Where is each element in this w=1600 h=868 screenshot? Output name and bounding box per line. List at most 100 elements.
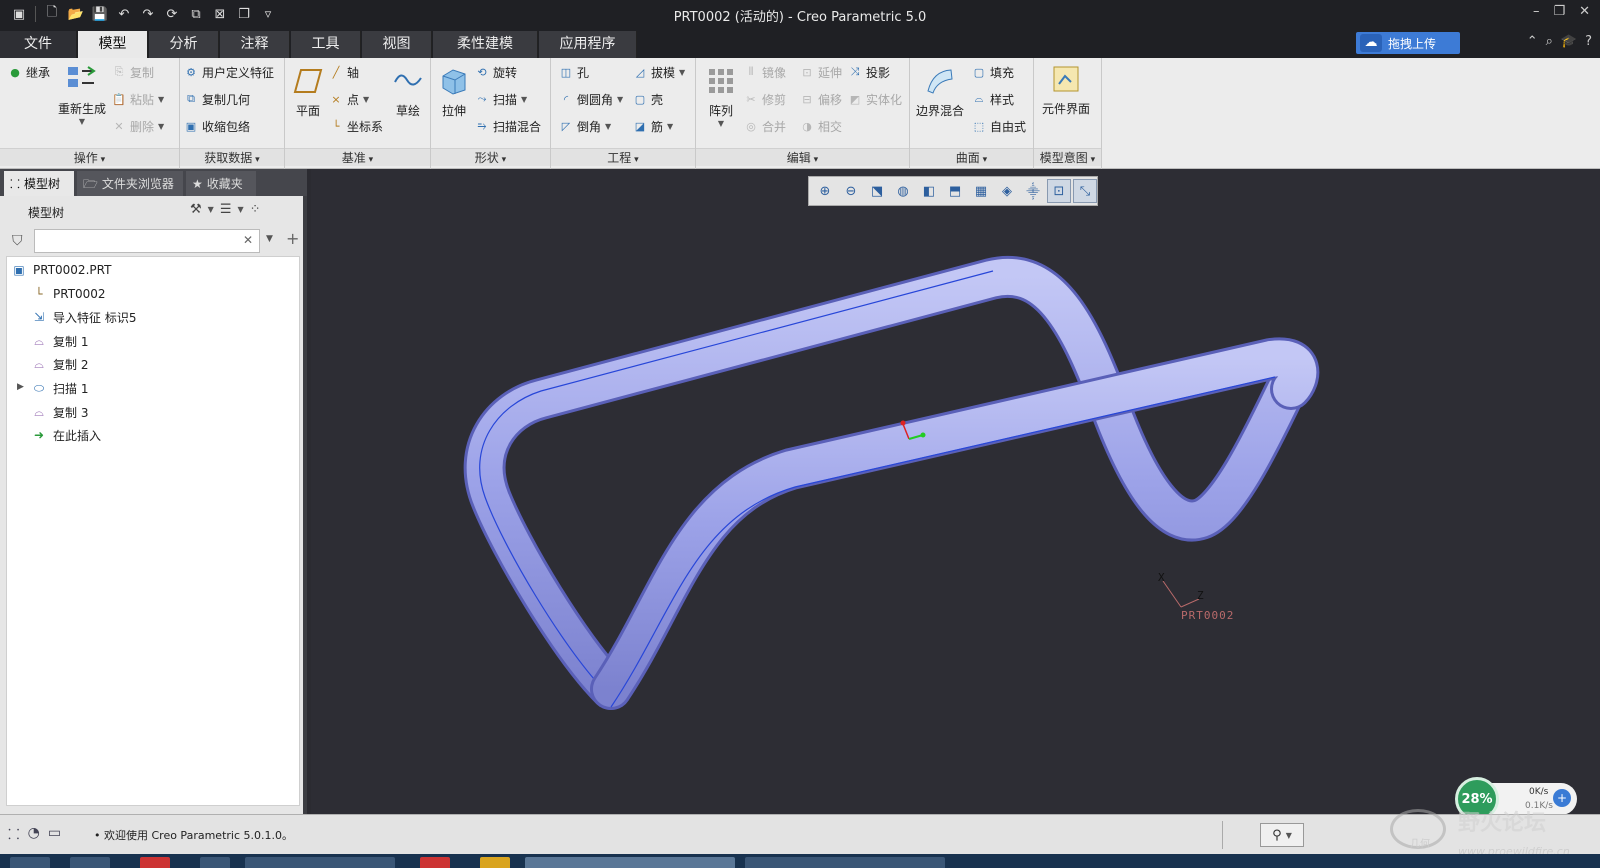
draft-button[interactable]: ◿ 拔模 ▼ bbox=[633, 62, 685, 82]
collapse-ribbon-icon[interactable]: ⌃ bbox=[1527, 34, 1538, 49]
filter-icon[interactable]: ⛉ bbox=[12, 233, 23, 249]
plane-button[interactable]: 平面 bbox=[291, 64, 325, 119]
tree-search-input[interactable] bbox=[35, 230, 235, 252]
copy-geometry-button[interactable]: ⧉ 复制几何 bbox=[184, 89, 250, 109]
annotation-display-icon[interactable]: ⤡ bbox=[1073, 179, 1097, 203]
rib-button[interactable]: ◪ 筋 ▼ bbox=[633, 116, 673, 136]
regenerate-button[interactable]: 重新生成 ▼ bbox=[58, 62, 106, 126]
tree-search-field[interactable]: ✕ bbox=[34, 229, 260, 253]
tab-applications[interactable]: 应用程序 bbox=[539, 31, 637, 58]
tree-node-copy-2[interactable]: ⌓ 复制 2 bbox=[31, 354, 88, 374]
taskbar-item[interactable] bbox=[420, 857, 450, 868]
tab-model[interactable]: 模型 bbox=[78, 31, 148, 58]
datum-display-icon[interactable]: ⸎ bbox=[1021, 179, 1045, 203]
swept-blend-button[interactable]: ⥱ 扫描混合 bbox=[475, 116, 541, 136]
display-style-icon[interactable]: ◧ bbox=[917, 179, 941, 203]
zoom-in-icon[interactable]: ⊕ bbox=[813, 179, 837, 203]
toggle-navigator-icon[interactable]: ⸬ bbox=[8, 825, 20, 844]
extend-button[interactable]: ⊡ 延伸 bbox=[800, 62, 842, 82]
revolve-button[interactable]: ⟲ 旋转 bbox=[475, 62, 517, 82]
style-button[interactable]: ⌓ 样式 bbox=[972, 89, 1014, 109]
group-label-surfaces[interactable]: 曲面 bbox=[910, 148, 1033, 166]
perspective-icon[interactable]: ◈ bbox=[995, 179, 1019, 203]
show-hide-icon[interactable]: ⁘ bbox=[250, 202, 261, 217]
inherit-button[interactable]: ● 继承 bbox=[8, 62, 50, 82]
delete-button[interactable]: ✕ 删除 ▼ bbox=[112, 116, 164, 136]
offset-button[interactable]: ⊟ 偏移 bbox=[800, 89, 842, 109]
udf-button[interactable]: ⚙ 用户定义特征 bbox=[184, 62, 274, 82]
saved-orientations-icon[interactable]: ⬒ bbox=[943, 179, 967, 203]
project-button[interactable]: ⤨ 投影 bbox=[848, 62, 890, 82]
upload-button[interactable]: ☁ 拖拽上传 bbox=[1356, 32, 1460, 54]
component-interface-button[interactable]: 元件界面 bbox=[1042, 62, 1090, 117]
zoom-out-icon[interactable]: ⊖ bbox=[839, 179, 863, 203]
sketch-button[interactable]: 草绘 bbox=[391, 64, 425, 119]
tree-node-import[interactable]: ⇲ 导入特征 标识5 bbox=[31, 307, 136, 327]
help-icon[interactable]: ? bbox=[1585, 34, 1592, 49]
tree-node-part[interactable]: ▣ PRT0002.PRT bbox=[11, 260, 111, 280]
extrude-button[interactable]: 拉伸 bbox=[437, 64, 471, 119]
group-label-model-intent[interactable]: 模型意图 bbox=[1034, 148, 1101, 166]
merge-button[interactable]: ◎ 合并 bbox=[744, 116, 786, 136]
clear-search-icon[interactable]: ✕ bbox=[243, 233, 253, 247]
chamfer-button[interactable]: ◸ 倒角 ▼ bbox=[559, 116, 611, 136]
tree-node-copy-1[interactable]: ⌓ 复制 1 bbox=[31, 331, 88, 351]
shrinkwrap-button[interactable]: ▣ 收缩包络 bbox=[184, 116, 250, 136]
copy-button[interactable]: ⎘ 复制 bbox=[112, 62, 154, 82]
taskbar-item[interactable] bbox=[525, 857, 735, 868]
refit-icon[interactable]: ⬔ bbox=[865, 179, 889, 203]
graphics-viewport[interactable]: X Z PRT0002 ⊕ ⊖ ⬔ ◍ ◧ ⬒ ▦ ◈ ⸎ ⊡ ⤡ bbox=[311, 169, 1600, 814]
taskbar-item[interactable] bbox=[480, 857, 510, 868]
tree-settings-icon[interactable]: ⚒ bbox=[190, 202, 202, 217]
group-label-editing[interactable]: 编辑 bbox=[696, 148, 909, 166]
taskbar-item[interactable] bbox=[745, 857, 945, 868]
tree-node-sweep-1[interactable]: ⬭ 扫描 1 bbox=[31, 378, 89, 398]
browser-icon[interactable]: ◔ bbox=[28, 825, 40, 844]
view-manager-icon[interactable]: ▦ bbox=[969, 179, 993, 203]
point-button[interactable]: × 点 ▼ bbox=[329, 89, 369, 109]
taskbar-item[interactable] bbox=[70, 857, 110, 868]
add-filter-icon[interactable]: + bbox=[286, 229, 299, 248]
group-label-engineering[interactable]: 工程 bbox=[551, 148, 695, 166]
boundary-blend-button[interactable]: 边界混合 bbox=[916, 64, 964, 119]
tab-analysis[interactable]: 分析 bbox=[149, 31, 219, 58]
tree-columns-icon[interactable]: ☰ bbox=[220, 202, 232, 217]
hole-button[interactable]: ◫ 孔 bbox=[559, 62, 589, 82]
spin-center-icon[interactable]: ⊡ bbox=[1047, 179, 1071, 203]
tab-flexible-modeling[interactable]: 柔性建模 bbox=[433, 31, 538, 58]
restore-icon[interactable]: ❐ bbox=[1553, 4, 1565, 19]
group-label-operations[interactable]: 操作 bbox=[0, 148, 179, 166]
search-dropdown-icon[interactable]: ▼ bbox=[266, 234, 273, 244]
taskbar-item[interactable] bbox=[140, 857, 170, 868]
group-label-shapes[interactable]: 形状 bbox=[431, 148, 550, 166]
mirror-button[interactable]: ⫴ 镜像 bbox=[744, 62, 786, 82]
full-screen-icon[interactable]: ▭ bbox=[48, 825, 61, 844]
close-icon[interactable]: ✕ bbox=[1579, 4, 1590, 19]
shell-button[interactable]: ▢ 壳 bbox=[633, 89, 663, 109]
round-button[interactable]: ◜ 倒圆角 ▼ bbox=[559, 89, 623, 109]
tab-file[interactable]: 文件 bbox=[0, 31, 77, 58]
group-label-get-data[interactable]: 获取数据 bbox=[180, 148, 284, 166]
paste-button[interactable]: 📋 粘贴 ▼ bbox=[112, 89, 164, 109]
trim-button[interactable]: ✂ 修剪 bbox=[744, 89, 786, 109]
axis-button[interactable]: ╱ 轴 bbox=[329, 62, 359, 82]
tree-node-insert-here[interactable]: ➜ 在此插入 bbox=[31, 425, 101, 445]
tree-node-copy-3[interactable]: ⌓ 复制 3 bbox=[31, 402, 88, 422]
intersect-button[interactable]: ◑ 相交 bbox=[800, 116, 842, 136]
freestyle-button[interactable]: ⬚ 自由式 bbox=[972, 116, 1026, 136]
tree-node-csys[interactable]: └ PRT0002 bbox=[31, 284, 105, 304]
search-icon[interactable]: ⌕ bbox=[1546, 34, 1553, 49]
taskbar-item[interactable] bbox=[245, 857, 395, 868]
tab-annotate[interactable]: 注释 bbox=[220, 31, 290, 58]
tab-favorites[interactable]: ★ 收藏夹 bbox=[186, 171, 256, 196]
fill-button[interactable]: ▢ 填充 bbox=[972, 62, 1014, 82]
taskbar-item[interactable] bbox=[10, 857, 50, 868]
learning-icon[interactable]: 🎓 bbox=[1561, 34, 1577, 49]
tab-model-tree[interactable]: ⸬ 模型树 bbox=[4, 171, 74, 196]
tab-view[interactable]: 视图 bbox=[362, 31, 432, 58]
tab-folder-browser[interactable]: 🗁 文件夹浏览器 bbox=[77, 171, 183, 196]
find-button[interactable]: ⚲ ▼ bbox=[1260, 823, 1304, 847]
solidify-button[interactable]: ◩ 实体化 bbox=[848, 89, 902, 109]
expand-arrow-icon[interactable]: ▶ bbox=[17, 382, 24, 392]
sweep-button[interactable]: ⤳ 扫描 ▼ bbox=[475, 89, 528, 109]
